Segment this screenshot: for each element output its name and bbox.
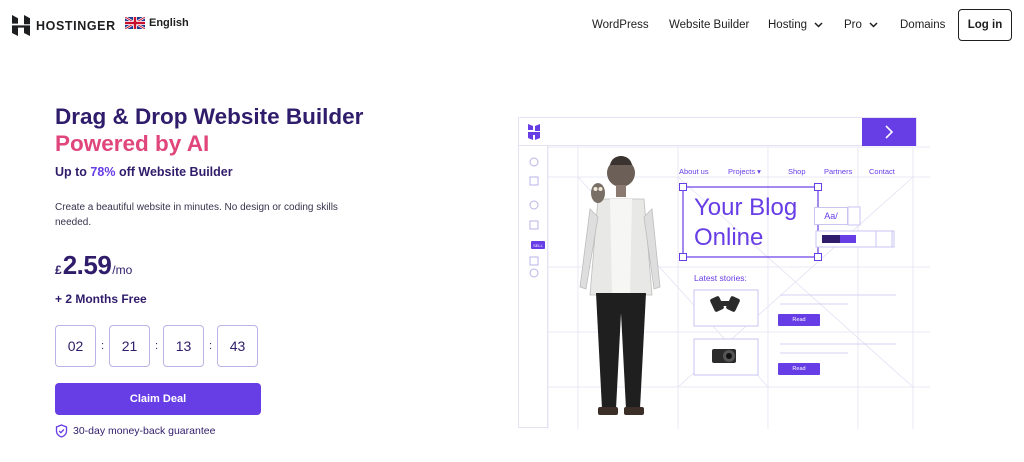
price-display: £ 2.59 /mo [55, 250, 132, 281]
login-button[interactable]: Log in [958, 9, 1012, 41]
chevron-down-icon [869, 22, 878, 28]
countdown-timer: 02 : 21 : 13 : 43 [55, 325, 258, 367]
mock-read-button: Read [778, 363, 820, 375]
mock-blog-title: Your Blog Online [694, 193, 797, 253]
shield-check-icon [55, 424, 68, 438]
guarantee-text: 30-day money-back guarantee [73, 425, 216, 437]
mock-menu-shop: Shop [788, 167, 806, 176]
price-amount: 2.59 [62, 250, 112, 280]
hero-title: Drag & Drop Website Builder Powered by A… [55, 103, 385, 157]
bonus-offer: + 2 Months Free [55, 292, 147, 306]
mock-sell-badge: SELL [531, 241, 545, 249]
nav-label: Website Builder [669, 19, 750, 31]
mock-menu-projects: Projects ▾ [728, 167, 761, 176]
discount-percent: 78% [90, 165, 116, 179]
countdown-separator: : [154, 340, 159, 352]
mock-menu-about: About us [679, 167, 709, 176]
nav-hosting[interactable]: Hosting [768, 19, 823, 31]
language-selector[interactable]: English [125, 17, 189, 29]
mock-read-button: Read [778, 314, 820, 326]
hostinger-logo-icon [12, 15, 30, 36]
nav-label: Domains [900, 19, 946, 31]
money-back-guarantee: 30-day money-back guarantee [55, 424, 215, 438]
hero-subtitle: Up to 78% off Website Builder [55, 165, 233, 179]
nav-label: WordPress [592, 19, 649, 31]
claim-deal-button[interactable]: Claim Deal [55, 383, 261, 415]
brand-name: HOSTINGER [36, 18, 116, 33]
nav-label: Pro [844, 19, 862, 31]
hero-title-main: Drag & Drop Website Builder [55, 104, 364, 129]
hero-description: Create a beautiful website in minutes. N… [55, 202, 338, 228]
language-label: English [149, 17, 189, 29]
top-header: HOSTINGER English WordPress Website Buil… [0, 0, 1024, 52]
mock-blog-title-line2: Online [694, 224, 764, 251]
countdown-days: 02 [55, 325, 96, 367]
countdown-separator: : [100, 340, 105, 352]
uk-flag-icon [125, 17, 145, 29]
price-currency: £ [55, 263, 62, 277]
mock-latest-stories: Latest stories: [694, 273, 747, 283]
hostinger-logo[interactable]: HOSTINGER [12, 15, 116, 36]
countdown-seconds: 43 [217, 325, 258, 367]
nav-domains[interactable]: Domains [900, 19, 945, 31]
hero-illustration: About us Projects ▾ Shop Partners Contac… [518, 117, 930, 429]
mock-menu-contact: Contact [869, 167, 895, 176]
mock-font-tool: Aa/ [814, 207, 848, 225]
nav-wordpress[interactable]: WordPress [592, 19, 649, 31]
countdown-minutes: 13 [163, 325, 204, 367]
mock-menu-partners: Partners [824, 167, 853, 176]
nav-label: Hosting [768, 19, 807, 31]
mock-blog-title-line1: Your Blog [694, 194, 798, 221]
countdown-hours: 21 [109, 325, 150, 367]
nav-website-builder[interactable]: Website Builder [669, 19, 749, 31]
hero-title-highlight: Powered by AI [55, 131, 210, 156]
subtitle-suffix: off Website Builder [118, 165, 233, 179]
chevron-down-icon [814, 22, 823, 28]
subtitle-prefix: Up to [55, 165, 87, 179]
price-period: /mo [112, 263, 133, 277]
countdown-separator: : [208, 340, 213, 352]
nav-pro[interactable]: Pro [844, 19, 878, 31]
